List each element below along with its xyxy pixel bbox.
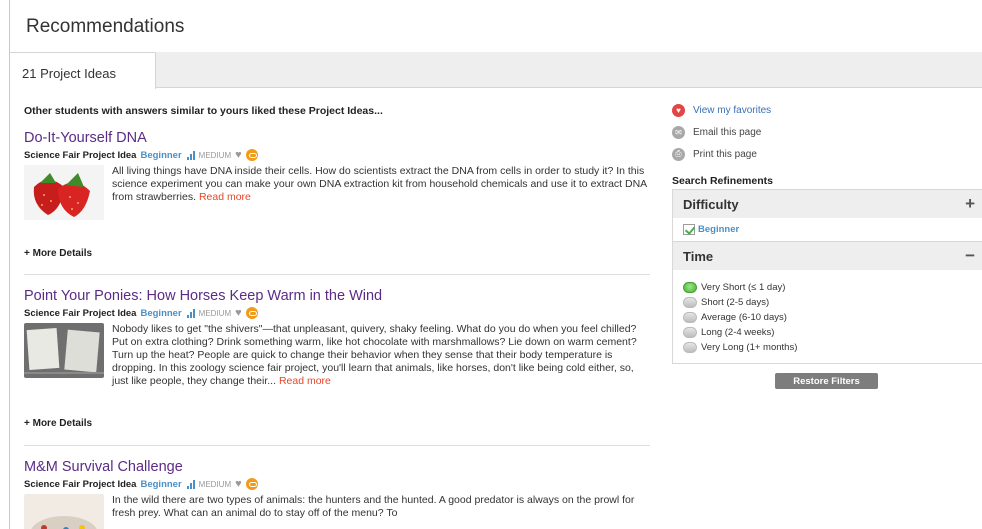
view-favorites-link[interactable]: ♥ View my favorites <box>672 101 982 119</box>
results-list: Other students with answers similar to y… <box>24 100 654 529</box>
project-card: Point Your Ponies: How Horses Keep Warm … <box>24 288 654 429</box>
time-filter-panel: Time − Very Short (≤ 1 day) Short (2-5 d… <box>672 242 982 364</box>
difficulty-bars-icon <box>186 479 195 489</box>
project-title-link[interactable]: Do-It-Yourself DNA <box>24 130 654 146</box>
project-title-link[interactable]: M&M Survival Challenge <box>24 459 654 475</box>
more-details-toggle[interactable]: + More Details <box>24 418 92 429</box>
difficulty-bars-icon <box>186 308 195 318</box>
time-option-long[interactable]: Long (2-4 weeks) <box>683 325 973 340</box>
page-header: Recommendations <box>10 0 982 52</box>
time-filter-header[interactable]: Time − <box>673 242 982 270</box>
project-card: M&M Survival Challenge Science Fair Proj… <box>24 459 654 529</box>
tab-bar: 21 Project Ideas <box>10 52 982 89</box>
project-kind: Science Fair Project Idea <box>24 307 137 319</box>
cost-label: MEDIUM <box>198 150 232 160</box>
project-meta: Science Fair Project Idea Beginner MEDIU… <box>24 307 654 319</box>
read-more-link[interactable]: Read more <box>199 191 251 203</box>
difficulty-level: Beginner <box>140 149 182 161</box>
time-option-very-short[interactable]: Very Short (≤ 1 day) <box>683 280 973 295</box>
sidebar: ♥ View my favorites ✉ Email this page ⎙ … <box>672 100 982 389</box>
cost-label: MEDIUM <box>198 308 232 318</box>
project-description: All living things have DNA inside their … <box>112 165 647 203</box>
project-description: In the wild there are two types of anima… <box>112 494 635 519</box>
radio-icon[interactable] <box>683 342 697 353</box>
difficulty-bars-icon <box>186 150 195 160</box>
difficulty-filter-panel: Difficulty + Beginner <box>672 189 982 242</box>
read-more-link[interactable]: Read more <box>279 375 331 387</box>
radio-icon[interactable] <box>683 312 697 323</box>
award-badge-icon <box>245 149 258 161</box>
expand-plus-icon[interactable]: + <box>965 194 975 214</box>
award-badge-icon <box>245 307 258 319</box>
email-icon: ✉ <box>672 125 685 139</box>
difficulty-level: Beginner <box>140 307 182 319</box>
time-option-very-long[interactable]: Very Long (1+ months) <box>683 340 973 355</box>
difficulty-filter-header[interactable]: Difficulty + <box>673 190 982 218</box>
cost-label: MEDIUM <box>198 479 232 489</box>
project-description: Nobody likes to get "the shivers"—that u… <box>112 323 637 387</box>
radio-icon[interactable] <box>683 327 697 338</box>
project-kind: Science Fair Project Idea <box>24 478 137 490</box>
difficulty-level: Beginner <box>140 478 182 490</box>
award-badge-icon <box>245 478 258 490</box>
project-meta: Science Fair Project Idea Beginner MEDIU… <box>24 149 654 161</box>
more-details-toggle[interactable]: + More Details <box>24 248 92 259</box>
search-refinements-heading: Search Refinements <box>672 175 773 187</box>
time-option-short[interactable]: Short (2-5 days) <box>683 295 973 310</box>
difficulty-beginner-checkbox[interactable]: Beginner <box>683 224 973 235</box>
strawberry-thumbnail[interactable] <box>24 165 104 220</box>
project-kind: Science Fair Project Idea <box>24 149 137 161</box>
heart-icon: ♥ <box>672 103 685 117</box>
project-title-link[interactable]: Point Your Ponies: How Horses Keep Warm … <box>24 288 654 304</box>
time-option-average[interactable]: Average (6-10 days) <box>683 310 973 325</box>
project-meta: Science Fair Project Idea Beginner MEDIU… <box>24 478 654 490</box>
heart-icon[interactable]: ♥ <box>235 149 242 161</box>
print-icon: ⎙ <box>672 147 685 161</box>
email-page-link[interactable]: ✉ Email this page <box>672 123 982 141</box>
collapse-minus-icon[interactable]: − <box>965 246 975 266</box>
heart-icon[interactable]: ♥ <box>235 478 242 490</box>
candy-thumbnail[interactable] <box>24 494 104 529</box>
tab-project-ideas[interactable]: 21 Project Ideas <box>10 52 156 89</box>
page-title: Recommendations <box>26 16 185 37</box>
checkbox-checked-icon[interactable] <box>683 224 695 235</box>
heart-icon[interactable]: ♥ <box>235 307 242 319</box>
radio-icon[interactable] <box>683 297 697 308</box>
restore-filters-button[interactable]: Restore Filters <box>775 373 878 389</box>
divider <box>24 274 650 275</box>
project-card: Do-It-Yourself DNA Science Fair Project … <box>24 130 654 259</box>
divider <box>24 445 650 446</box>
intro-text: Other students with answers similar to y… <box>24 105 383 117</box>
fabric-thumbnail[interactable] <box>24 323 104 378</box>
radio-selected-icon[interactable] <box>683 282 697 293</box>
print-page-link[interactable]: ⎙ Print this page <box>672 145 982 163</box>
